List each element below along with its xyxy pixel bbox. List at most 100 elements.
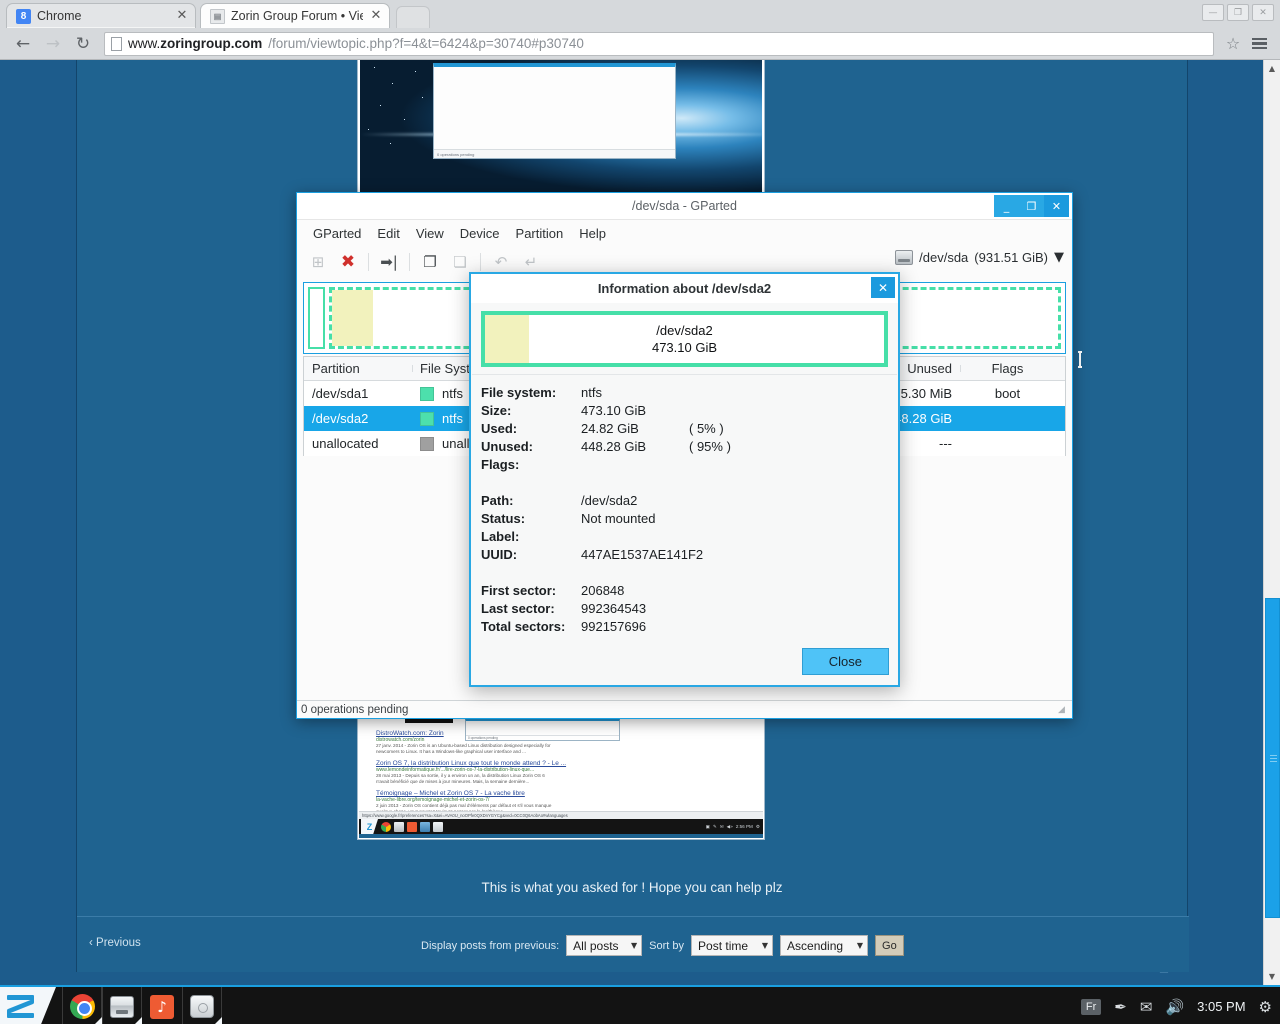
- dialog-footer: Close: [802, 648, 889, 675]
- new-partition-icon: ⊞: [303, 249, 333, 275]
- display-posts-value: All posts: [573, 939, 618, 953]
- post-display-controls: Display posts from previous: All posts ▼…: [421, 935, 904, 956]
- volume-icon[interactable]: 🔊: [1165, 998, 1184, 1016]
- display-posts-select[interactable]: All posts ▼: [566, 935, 642, 956]
- address-host: www.zoringroup.com: [128, 36, 262, 51]
- desktop-screen: 8 Chrome ✕ ▤ Zorin Group Forum • View ✕ …: [0, 0, 1280, 1024]
- forward-icon: →: [38, 30, 68, 58]
- new-tab-button[interactable]: [396, 6, 430, 28]
- reload-icon[interactable]: ↻: [68, 30, 98, 58]
- gparted-statusbar: 0 operations pending: [297, 700, 1072, 718]
- taskbar-item-music[interactable]: ♪: [142, 987, 182, 1024]
- hamburger-menu-icon[interactable]: [1246, 31, 1272, 57]
- dialog-details: File system: ntfs Size: 473.10 GiB Used:…: [471, 375, 898, 635]
- column-header-flags[interactable]: Flags: [960, 361, 1055, 376]
- filesystem-color-swatch: [420, 437, 434, 451]
- back-icon[interactable]: ←: [8, 30, 38, 58]
- sort-order-select[interactable]: Ascending ▼: [780, 935, 868, 956]
- scrollbar-thumb[interactable]: [1265, 598, 1280, 918]
- chrome-icon: 8: [16, 9, 31, 24]
- previous-link[interactable]: ‹ Previous: [89, 937, 141, 949]
- detail-value: 447AE1537AE141F2: [581, 547, 781, 562]
- menu-help[interactable]: Help: [571, 224, 614, 243]
- menu-partition[interactable]: Partition: [508, 224, 572, 243]
- menu-view[interactable]: View: [408, 224, 452, 243]
- post-image-desktop-screenshot[interactable]: 0 operations pending: [357, 60, 765, 196]
- close-button[interactable]: ✕: [1252, 4, 1274, 21]
- sort-by-value: Post time: [698, 939, 748, 953]
- browser-tab-chrome[interactable]: 8 Chrome ✕: [6, 3, 196, 28]
- scroll-up-icon[interactable]: ▲: [1264, 60, 1280, 77]
- minimize-button[interactable]: —: [1202, 4, 1224, 21]
- scroll-down-icon[interactable]: ▼: [1264, 968, 1280, 985]
- display-posts-label: Display posts from previous:: [421, 940, 559, 952]
- post-body-text: This is what you asked for ! Hope you ca…: [77, 880, 1187, 895]
- address-bar[interactable]: www.zoringroup.com /forum/viewtopic.php?…: [104, 32, 1214, 56]
- apply-operations-icon[interactable]: ➡|: [374, 249, 404, 275]
- app-icon: [420, 822, 430, 832]
- detail-value: 448.28 GiB: [581, 439, 689, 454]
- maximize-button[interactable]: ❐: [1227, 4, 1249, 21]
- menu-device[interactable]: Device: [452, 224, 508, 243]
- device-selector[interactable]: /dev/sda (931.51 GiB) ▼: [895, 250, 1064, 265]
- taskbar-item-files[interactable]: [102, 987, 142, 1024]
- page-scrollbar[interactable]: ▲ ▼: [1263, 60, 1280, 985]
- gparted-window-controls: _ ❐ ✕: [994, 193, 1072, 220]
- go-button[interactable]: Go: [875, 935, 904, 956]
- detail-total-sectors: Total sectors: 992157696: [481, 617, 898, 635]
- embedded-tray: ▣ ✎ ✉ ◀» 2:56 PM ⚙: [706, 824, 763, 830]
- window-controls: — ❐ ✕: [1202, 4, 1274, 21]
- zorin-logo-icon: [7, 994, 34, 1019]
- detail-value: 473.10 GiB: [581, 403, 689, 418]
- partition-graphic-sda1[interactable]: [308, 287, 325, 349]
- embedded-taskbar: Z ▣ ✎ ✉ ◀» 2:56 PM ⚙: [359, 819, 763, 834]
- delete-partition-icon[interactable]: ✖: [333, 249, 363, 275]
- copy-icon[interactable]: ❐: [415, 249, 445, 275]
- menu-gparted[interactable]: GParted: [305, 224, 369, 243]
- dialog-close-icon[interactable]: ✕: [871, 277, 895, 298]
- menu-edit[interactable]: Edit: [369, 224, 407, 243]
- document-icon: ▤: [210, 9, 225, 24]
- gear-icon[interactable]: ⚙: [1259, 998, 1272, 1016]
- resize-grip-icon[interactable]: ◢: [1058, 705, 1070, 717]
- detail-key: Last sector:: [481, 601, 581, 616]
- zorin-start-button[interactable]: [0, 987, 56, 1024]
- bluetooth-icon[interactable]: ✒: [1114, 998, 1127, 1016]
- detail-last-sector: Last sector: 992364543: [481, 599, 898, 617]
- detail-spacer: [481, 473, 898, 491]
- dialog-graphic-name: /dev/sda2: [652, 322, 717, 339]
- drive-icon: [110, 996, 134, 1018]
- detail-value: ntfs: [581, 385, 689, 400]
- toolbar-separator: [480, 253, 481, 271]
- detail-value: Not mounted: [581, 511, 689, 526]
- desktop-taskbar: ♪ Fr ✒ ✉ 🔊 3:05 PM ⚙: [0, 985, 1280, 1024]
- clock[interactable]: 3:05 PM: [1197, 999, 1245, 1014]
- close-button[interactable]: Close: [802, 648, 889, 675]
- cell-flags: boot: [960, 386, 1055, 401]
- detail-value: /dev/sda2: [581, 493, 689, 508]
- display-icon: ▣: [706, 824, 710, 830]
- toolbar-separator: [368, 253, 369, 271]
- browser-tab-zorin-forum[interactable]: ▤ Zorin Group Forum • View ✕: [200, 3, 390, 28]
- detail-key: Total sectors:: [481, 619, 581, 634]
- gparted-minimize-button[interactable]: _: [994, 195, 1019, 217]
- taskbar-item-gparted[interactable]: [182, 987, 222, 1024]
- music-note-icon: [407, 822, 417, 832]
- chrome-icon: [381, 822, 391, 832]
- gparted-close-button[interactable]: ✕: [1044, 195, 1069, 217]
- tab-close-icon[interactable]: ✕: [175, 9, 189, 23]
- mail-icon[interactable]: ✉: [1140, 998, 1153, 1016]
- gparted-titlebar[interactable]: /dev/sda - GParted _ ❐ ✕: [297, 193, 1072, 220]
- column-header-partition[interactable]: Partition: [304, 361, 412, 376]
- language-indicator[interactable]: Fr: [1081, 999, 1101, 1015]
- result-desc: newcomers to Linux. It has a Windows-lik…: [376, 749, 551, 755]
- detail-flags: Flags:: [481, 455, 898, 473]
- gparted-maximize-button[interactable]: ❐: [1019, 195, 1044, 217]
- taskbar-item-chrome[interactable]: [62, 987, 102, 1024]
- post-image-google-screenshot[interactable]: DistroWatch.com: Zorin distrowatch.com/z…: [357, 715, 765, 840]
- tab-close-icon[interactable]: ✕: [369, 9, 383, 23]
- bookmark-star-icon[interactable]: ☆: [1220, 31, 1246, 57]
- dialog-titlebar[interactable]: Information about /dev/sda2 ✕: [471, 274, 898, 303]
- sort-by-select[interactable]: Post time ▼: [691, 935, 773, 956]
- chevron-down-icon[interactable]: ▼: [1054, 250, 1064, 265]
